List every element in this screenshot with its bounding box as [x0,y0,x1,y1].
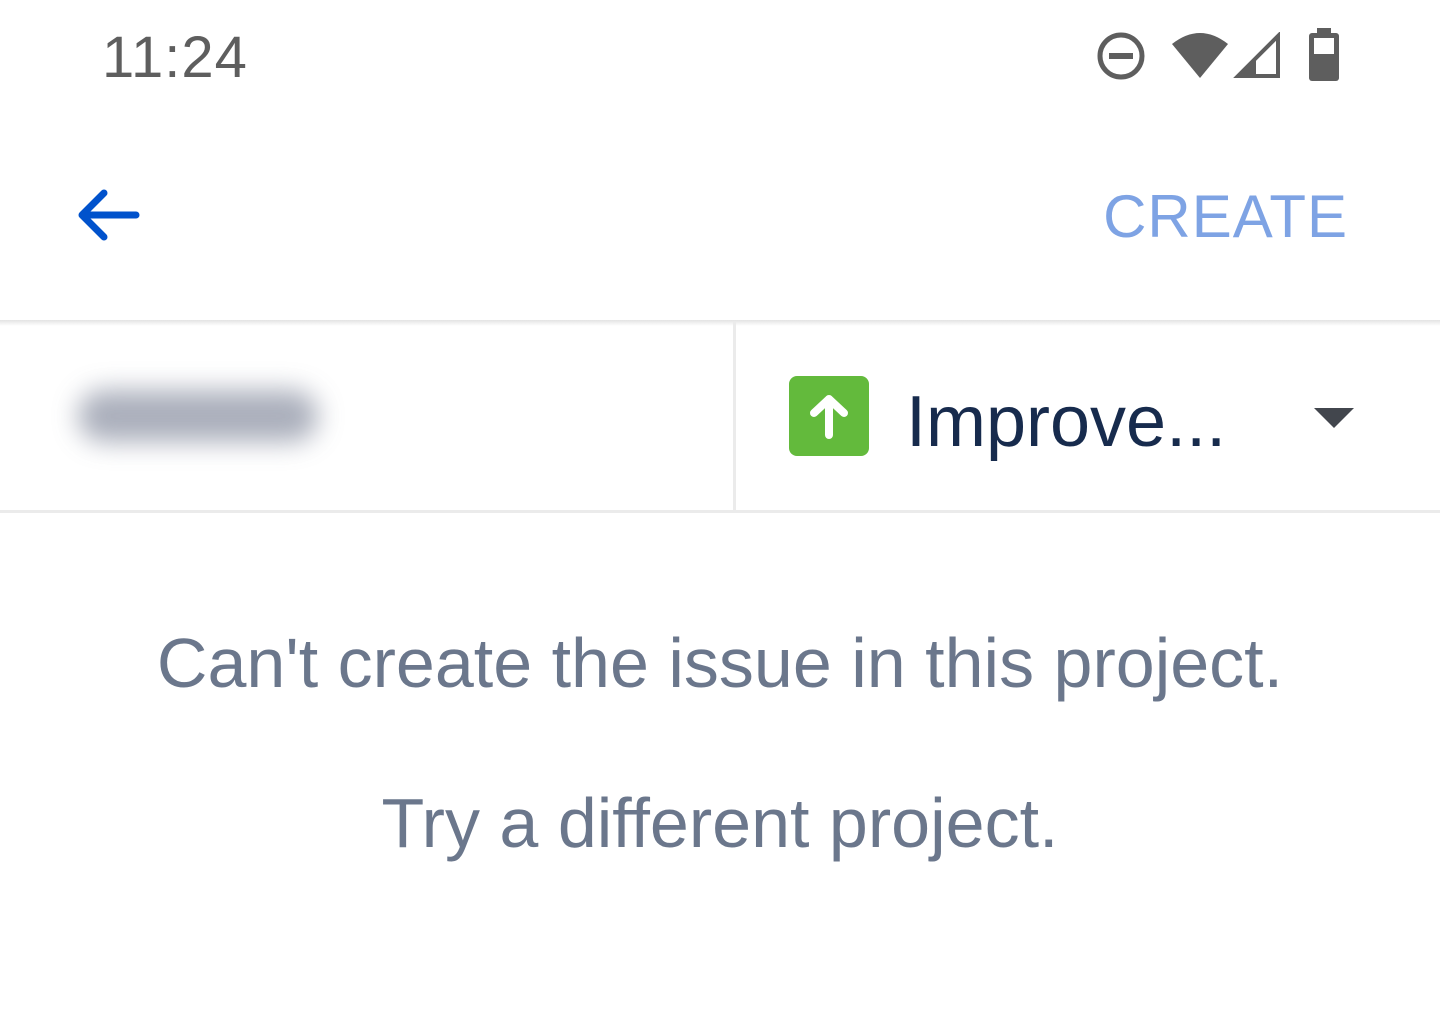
issue-type-label: Improve... [906,382,1227,462]
caret-down-icon [1314,408,1354,428]
status-bar: 11:24 [0,0,1440,118]
wifi-icon [1172,33,1228,78]
battery-icon [1309,28,1339,81]
create-button[interactable]: CREATE [1103,182,1348,252]
issue-type-selector[interactable]: Improve... [736,322,1440,512]
project-selector[interactable] [0,322,734,512]
project-name-redacted [78,390,318,442]
arrow-up-icon [810,395,848,439]
cell-signal-icon [1233,32,1280,78]
back-button[interactable] [62,170,152,260]
create-issue-screen: 11:24 CREATE Improve... Can't create the… [0,0,1440,1024]
status-time: 11:24 [102,25,248,90]
status-icons [1090,28,1350,86]
do-not-disturb-icon [1097,32,1145,80]
error-hint: Try a different project. [381,784,1059,862]
arrow-left-icon [78,189,140,241]
error-message: Can't create the issue in this project. [156,624,1284,702]
selector-row: Improve... [0,322,1440,512]
selector-row-border [0,510,1440,513]
app-bar: CREATE [0,118,1440,320]
improvement-type-icon [789,376,869,456]
